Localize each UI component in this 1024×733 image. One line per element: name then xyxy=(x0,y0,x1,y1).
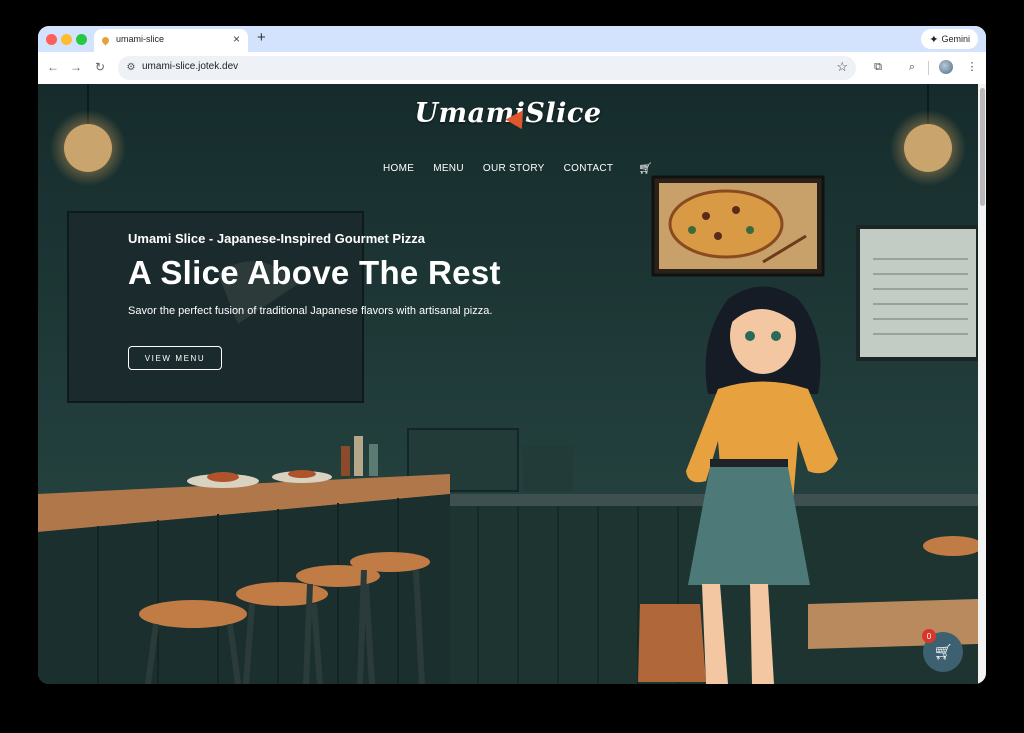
hero-subtitle: Umami Slice - Japanese-Inspired Gourmet … xyxy=(128,231,425,246)
cart-icon[interactable]: 🛒︎ xyxy=(638,162,652,175)
minimize-window-button[interactable] xyxy=(61,34,72,45)
gemini-button[interactable]: ✦ Gemini xyxy=(921,29,978,49)
tab-strip: umami-slice × + ✦ Gemini xyxy=(38,26,986,52)
forward-icon[interactable]: → xyxy=(68,59,84,75)
lens-search-icon[interactable]: ⌕ xyxy=(904,59,920,75)
toolbar-divider xyxy=(928,61,929,75)
nav-home[interactable]: HOME xyxy=(383,163,414,174)
zoom-window-button[interactable] xyxy=(76,34,87,45)
nav-contact[interactable]: CONTACT xyxy=(564,163,614,174)
hero-headline: A Slice Above The Rest xyxy=(128,254,501,291)
sparkle-icon: ✦ xyxy=(929,33,939,46)
site-settings-icon[interactable]: ⚙ xyxy=(124,61,138,75)
tab-title: umami-slice xyxy=(116,34,165,44)
address-bar[interactable]: ⚙ umami-slice.jotek.dev ☆ xyxy=(118,56,856,80)
browser-toolbar: ← → ↻ ⚙ umami-slice.jotek.dev ☆ ⧉ ⌕ ⋮ xyxy=(38,52,986,85)
scroll-thumb[interactable] xyxy=(980,88,985,206)
tab-umami-slice[interactable]: umami-slice × xyxy=(94,29,248,52)
browser-window: umami-slice × + ✦ Gemini ← → ↻ ⚙ umami-s… xyxy=(38,26,986,684)
cart-icon: 🛒︎ xyxy=(933,644,953,661)
tab-close-icon[interactable]: × xyxy=(233,32,240,46)
reload-icon[interactable]: ↻ xyxy=(92,59,108,75)
extensions-icon[interactable]: ⧉ xyxy=(870,59,886,75)
nav-our-story[interactable]: OUR STORY xyxy=(483,163,545,174)
site-nav: HOME MENU OUR STORY CONTACT 🛒︎ xyxy=(383,162,652,175)
page-viewport: UmamiSlice HOME MENU OUR STORY CONTACT 🛒… xyxy=(38,84,986,684)
profile-avatar[interactable] xyxy=(939,60,953,74)
cart-count-badge: 0 xyxy=(922,629,936,643)
new-tab-icon[interactable]: + xyxy=(257,29,266,46)
back-icon[interactable]: ← xyxy=(45,59,61,75)
page-scrollbar[interactable] xyxy=(978,84,986,684)
kebab-menu-icon[interactable]: ⋮ xyxy=(964,59,980,75)
gemini-label: Gemini xyxy=(941,34,970,44)
close-window-button[interactable] xyxy=(46,34,57,45)
pizza-favicon-icon xyxy=(100,35,111,46)
bookmark-star-icon[interactable]: ☆ xyxy=(836,59,848,75)
url-text[interactable]: umami-slice.jotek.dev xyxy=(142,61,238,72)
nav-menu[interactable]: MENU xyxy=(433,163,464,174)
view-menu-button[interactable]: VIEW MENU xyxy=(128,346,222,370)
hero-tagline: Savor the perfect fusion of traditional … xyxy=(128,305,493,317)
